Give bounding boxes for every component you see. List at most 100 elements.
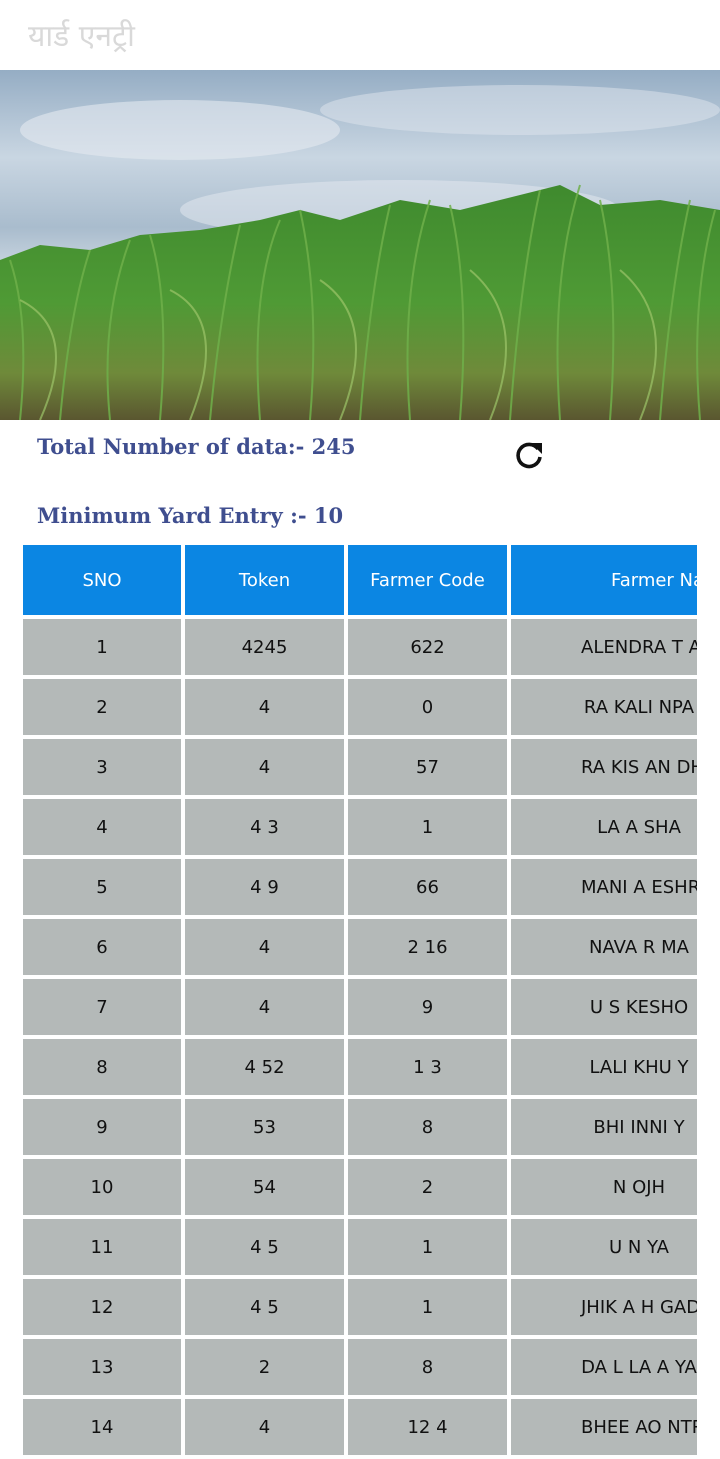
column-header-farmer-code[interactable]: Farmer Code — [348, 545, 507, 615]
farmer-name-text: MANI A ESHR — [581, 876, 697, 898]
cell-farmer-code: 66 — [348, 859, 507, 915]
table-row[interactable]: 749 U S KESHO — [23, 979, 697, 1035]
table-body: 14245622ALENDRA T AR240RA KALI NPA3457RA… — [23, 619, 697, 1455]
cell-farmer-code: 9 — [348, 979, 507, 1035]
cell-farmer-name: BHEE AO NTRA — [511, 1399, 697, 1455]
cell-token: 4 — [185, 1399, 344, 1455]
refresh-button[interactable] — [512, 438, 546, 472]
cell-token: 4245 — [185, 619, 344, 675]
cell-sno: 1 — [23, 619, 181, 675]
cell-sno: 6 — [23, 919, 181, 975]
column-header-token[interactable]: Token — [185, 545, 344, 615]
cell-sno: 5 — [23, 859, 181, 915]
cell-sno: 13 — [23, 1339, 181, 1395]
cell-sno: 11 — [23, 1219, 181, 1275]
cell-farmer-name: LALI KHU Y — [511, 1039, 697, 1095]
table-row[interactable]: 3 4 57 RA KIS AN DH — [23, 739, 697, 795]
cell-sno: 3 — [23, 739, 181, 795]
cell-farmer-name: U S KESHO — [511, 979, 697, 1035]
table-row[interactable]: 12 4 5 1 JHIK A H GAD — [23, 1279, 697, 1335]
minimum-yard-entry-label: Minimum Yard Entry :- 10 — [37, 503, 344, 528]
sugarcane-field-image — [0, 70, 720, 420]
cell-farmer-code: 2 — [348, 1159, 507, 1215]
cell-token: 54 — [185, 1159, 344, 1215]
table-row[interactable]: 14412 4 BHEE AO NTRA — [23, 1399, 697, 1455]
cell-sno: 12 — [23, 1279, 181, 1335]
cell-sno: 8 — [23, 1039, 181, 1095]
cell-farmer-name: U N YA — [511, 1219, 697, 1275]
cell-token: 4 5 — [185, 1219, 344, 1275]
cell-farmer-name: RA KIS AN DH — [511, 739, 697, 795]
column-header-farmer-name-label: Farmer Na — [611, 569, 697, 591]
table-header-row: SNO Token Farmer Code Farmer Na — [23, 545, 697, 615]
farmer-name-text: RA KIS AN DH — [581, 756, 697, 778]
cell-sno: 7 — [23, 979, 181, 1035]
farmer-name-text: LA A SHA — [597, 816, 681, 838]
cell-farmer-name: NAVA R MA — [511, 919, 697, 975]
cell-farmer-code: 1 — [348, 1219, 507, 1275]
banner-carousel[interactable] — [0, 70, 720, 420]
cell-farmer-name: N OJH — [511, 1159, 697, 1215]
cell-farmer-code: 1 — [348, 799, 507, 855]
total-data-label: Total Number of data:- 245 — [37, 434, 356, 459]
farmer-name-text: ALENDRA T AR — [581, 636, 697, 658]
cell-token: 53 — [185, 1099, 344, 1155]
table-row[interactable]: 14245622 ALENDRA T AR — [23, 619, 697, 675]
cell-farmer-code: 1 — [348, 1279, 507, 1335]
farmer-name-text: U S KESHO — [589, 996, 689, 1018]
cell-farmer-code: 8 — [348, 1339, 507, 1395]
cell-sno: 9 — [23, 1099, 181, 1155]
table-row[interactable]: 44 3 1 LA A SHA — [23, 799, 697, 855]
cell-farmer-code: 12 4 — [348, 1399, 507, 1455]
cell-farmer-code: 57 — [348, 739, 507, 795]
cell-farmer-code: 0 — [348, 679, 507, 735]
cell-sno: 14 — [23, 1399, 181, 1455]
table-row[interactable]: 642 16 NAVA R MA — [23, 919, 697, 975]
cell-token: 4 — [185, 979, 344, 1035]
cell-farmer-code: 1 3 — [348, 1039, 507, 1095]
farmer-name-text: N OJH — [612, 1176, 666, 1198]
farmer-name-text: BHEE AO NTRA — [581, 1416, 697, 1438]
table-row[interactable]: 10 54 2 N OJH — [23, 1159, 697, 1215]
table-row[interactable]: 2 4 0 RA KALI NPA — [23, 679, 697, 735]
cell-token: 4 5 — [185, 1279, 344, 1335]
cell-farmer-name: BHI INNI Y — [511, 1099, 697, 1155]
cell-sno: 10 — [23, 1159, 181, 1215]
column-header-sno[interactable]: SNO — [23, 545, 181, 615]
cell-farmer-name: ALENDRA T AR — [511, 619, 697, 675]
cell-token: 4 9 — [185, 859, 344, 915]
cell-token: 4 — [185, 739, 344, 795]
app-bar: यार्ड एनट्री — [0, 0, 720, 70]
cell-farmer-name: LA A SHA — [511, 799, 697, 855]
cell-farmer-name: MANI A ESHR — [511, 859, 697, 915]
table-row[interactable]: 11 4 51 U N YA — [23, 1219, 697, 1275]
cell-farmer-code: 8 — [348, 1099, 507, 1155]
cell-sno: 2 — [23, 679, 181, 735]
column-header-farmer-name[interactable]: Farmer Na — [511, 545, 697, 615]
farmer-name-text: RA KALI NPA — [583, 696, 695, 718]
cell-token: 4 52 — [185, 1039, 344, 1095]
farmer-name-text: LALI KHU Y — [589, 1056, 689, 1078]
page-title: यार्ड एनट्री — [28, 19, 135, 54]
farmer-name-text: JHIK A H GAD — [581, 1296, 697, 1318]
cell-token: 4 — [185, 679, 344, 735]
farmer-name-text: BHI INNI Y — [593, 1116, 685, 1138]
cell-token: 4 3 — [185, 799, 344, 855]
table-row[interactable]: 54 9 66 MANI A ESHR — [23, 859, 697, 915]
table-row[interactable]: 13 2 8 DA L LA A YA — [23, 1339, 697, 1395]
cell-farmer-name: JHIK A H GAD — [511, 1279, 697, 1335]
cell-farmer-code: 622 — [348, 619, 507, 675]
yard-entry-table: SNO Token Farmer Code Farmer Na 1 4245 622… — [23, 545, 697, 1459]
cell-farmer-name: RA KALI NPA — [511, 679, 697, 735]
cell-sno: 4 — [23, 799, 181, 855]
cell-token: 2 — [185, 1339, 344, 1395]
farmer-name-text: DA L LA A YA — [581, 1356, 697, 1378]
cell-farmer-code: 2 16 — [348, 919, 507, 975]
table-row[interactable]: 9 53 8 BHI INNI Y — [23, 1099, 697, 1155]
farmer-name-text: U N YA — [609, 1236, 669, 1258]
refresh-icon — [516, 442, 542, 469]
table-row[interactable]: 84 52 1 3 LALI KHU Y — [23, 1039, 697, 1095]
farmer-name-text: NAVA R MA — [589, 936, 689, 958]
cell-token: 4 — [185, 919, 344, 975]
cell-farmer-name: DA L LA A YA — [511, 1339, 697, 1395]
